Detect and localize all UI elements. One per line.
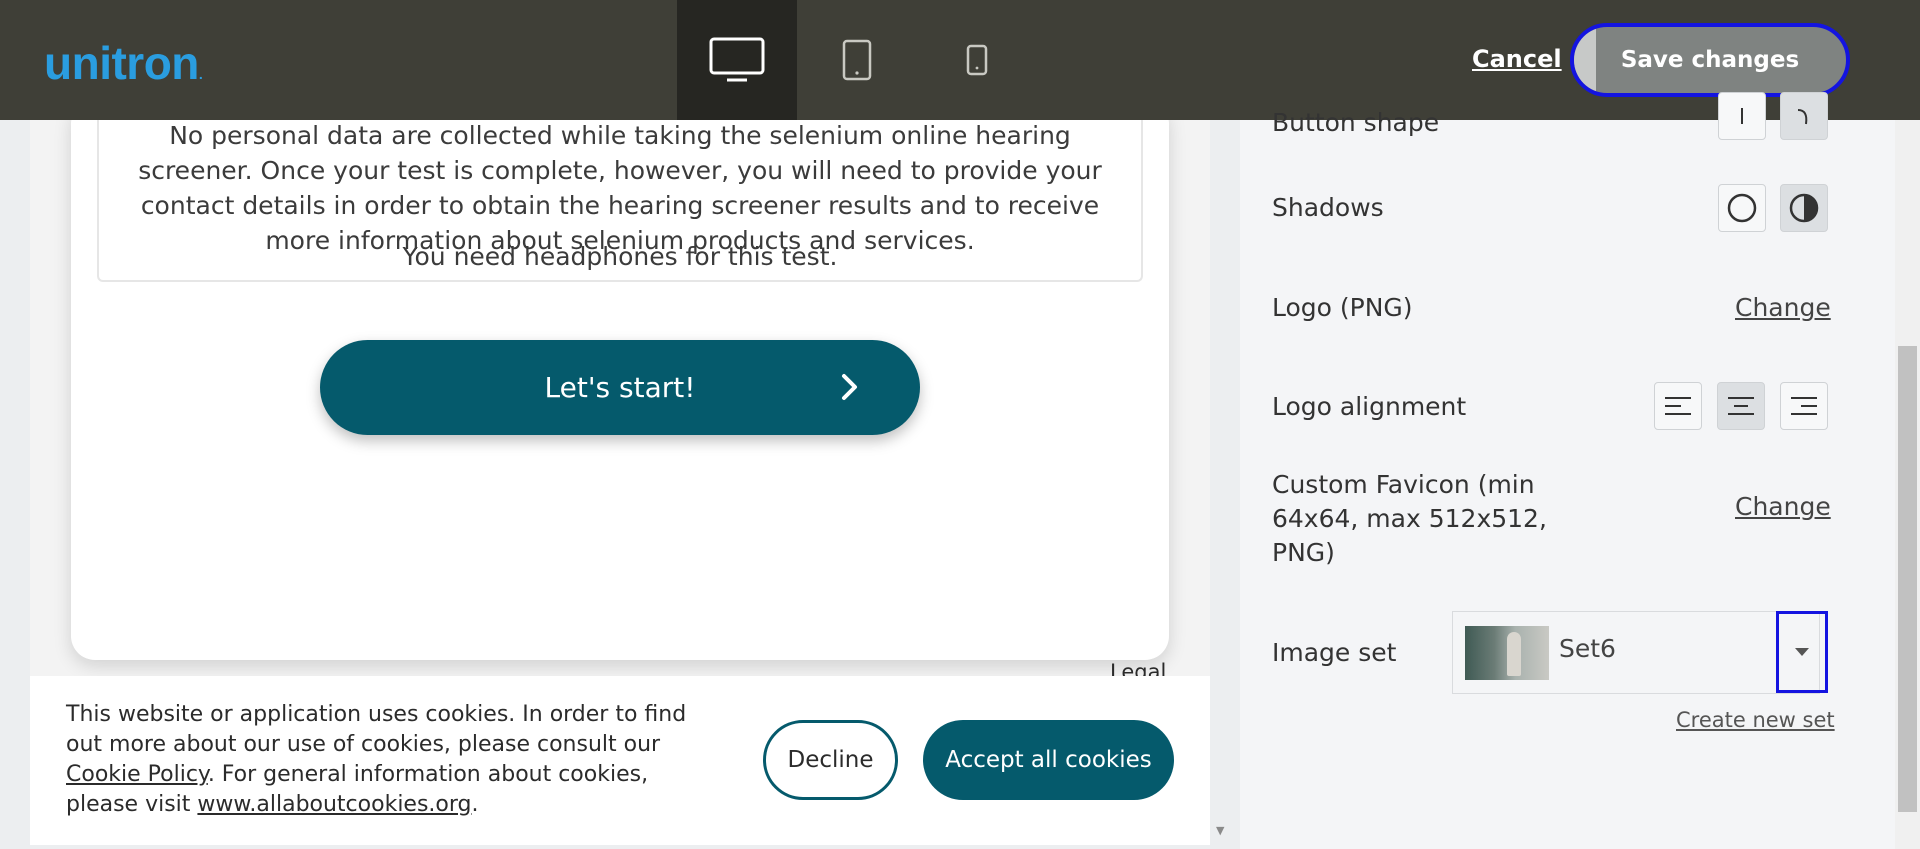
cancel-button[interactable]: Cancel [1472,45,1562,73]
align-left-button[interactable] [1654,382,1702,430]
half-circle-icon [1789,193,1819,223]
align-right-button[interactable] [1780,382,1828,430]
allaboutcookies-link[interactable]: www.allaboutcookies.org [197,792,471,817]
tablet-icon [842,39,872,81]
shadows-label: Shadows [1272,193,1384,222]
desktop-view-button[interactable] [677,0,797,120]
save-toggle-knob [1574,27,1596,93]
shadows-off-button[interactable] [1718,184,1766,232]
logo-alignment-label: Logo alignment [1272,392,1467,421]
desktop-icon [709,37,765,82]
favicon-change-link[interactable]: Change [1735,492,1831,521]
accept-cookies-button[interactable]: Accept all cookies [923,720,1174,800]
save-changes-button[interactable]: Save changes [1570,23,1850,97]
circle-outline-icon [1727,193,1757,223]
button-shape-square[interactable] [1718,92,1766,140]
align-right-icon [1791,397,1817,415]
favicon-label: Custom Favicon (min 64x64, max 512x512, … [1272,470,1547,567]
settings-panel: Button shape Shadows Logo (PNG) Change L… [1240,92,1895,849]
settings-scrollbar-thumb[interactable] [1898,346,1917,812]
caret-down-icon [1795,648,1809,656]
image-set-select[interactable]: Set6 [1452,611,1828,694]
image-set-label: Image set [1272,638,1397,667]
screener-preview: No personal data are collected while tak… [30,120,1210,845]
start-button[interactable]: Let's start! [320,340,920,435]
top-toolbar: unitron. Cancel Save changes [0,0,1920,120]
square-corner-icon [1741,108,1743,124]
headphones-note: You need headphones for this test. [402,242,838,271]
chevron-right-icon [842,374,857,400]
cookie-banner: This website or application uses cookies… [30,676,1210,845]
align-center-button[interactable] [1717,382,1765,430]
cookie-policy-link[interactable]: Cookie Policy [66,762,208,787]
privacy-notice: No personal data are collected while tak… [138,121,1102,255]
preview-card: No personal data are collected while tak… [71,120,1169,660]
tablet-view-button[interactable] [797,0,917,120]
align-left-icon [1665,397,1691,415]
shadows-on-button[interactable] [1780,184,1828,232]
scroll-down-arrow-icon[interactable]: ▼ [1216,824,1228,837]
rounded-corner-icon [1797,109,1808,125]
info-box: No personal data are collected while tak… [97,120,1143,282]
image-set-dropdown-button[interactable] [1776,611,1828,693]
button-shape-label: Button shape [1272,108,1440,137]
mobile-view-button[interactable] [917,0,1037,120]
align-center-icon [1728,397,1754,415]
logo-change-link[interactable]: Change [1735,293,1831,322]
mobile-icon [966,44,988,76]
start-label: Let's start! [544,371,696,404]
image-set-value: Set6 [1559,634,1616,663]
cookie-message: This website or application uses cookies… [66,702,687,817]
logo-label: Logo (PNG) [1272,293,1413,322]
button-shape-round[interactable] [1780,92,1828,140]
save-changes-label: Save changes [1620,47,1800,73]
unitron-logo: unitron. [44,37,203,89]
image-set-thumbnail [1465,626,1549,680]
create-new-set-link[interactable]: Create new set [1676,708,1835,732]
decline-cookies-button[interactable]: Decline [763,720,898,800]
